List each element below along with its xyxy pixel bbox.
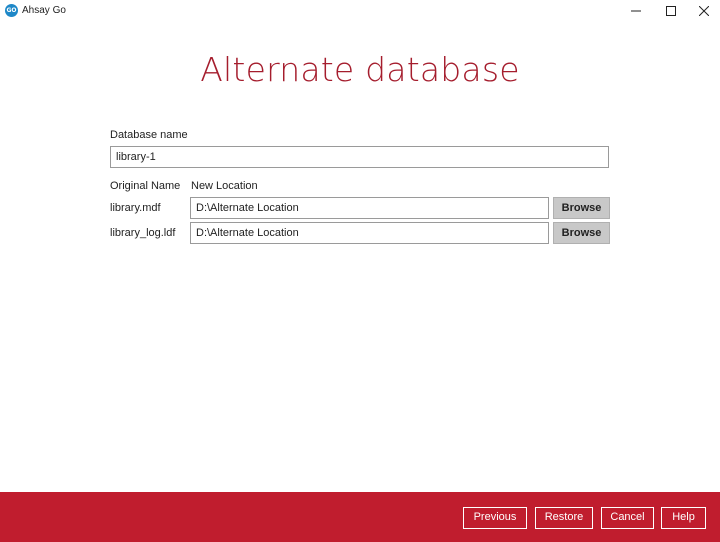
close-icon <box>699 6 709 16</box>
browse-button[interactable]: Browse <box>553 197 610 219</box>
database-name-input[interactable]: library-1 <box>110 146 609 168</box>
app-logo-icon: GO <box>5 4 18 17</box>
new-location-input[interactable]: D:\Alternate Location <box>190 197 549 219</box>
previous-button[interactable]: Previous <box>463 507 527 529</box>
new-location-input[interactable]: D:\Alternate Location <box>190 222 549 244</box>
maximize-icon <box>666 6 676 16</box>
original-name-cell: library_log.ldf <box>110 227 176 239</box>
close-button[interactable] <box>686 0 720 22</box>
help-button[interactable]: Help <box>661 507 706 529</box>
maximize-button[interactable] <box>653 0 689 22</box>
new-location-header: New Location <box>191 180 258 192</box>
footer-bar: Previous Restore Cancel Help <box>0 492 720 542</box>
minimize-button[interactable] <box>618 0 654 22</box>
title-bar: GO Ahsay Go <box>0 0 720 22</box>
cancel-button[interactable]: Cancel <box>601 507 654 529</box>
browse-button[interactable]: Browse <box>553 222 610 244</box>
restore-button[interactable]: Restore <box>535 507 593 529</box>
window-title: Ahsay Go <box>22 5 66 16</box>
page-title: Alternate database <box>200 50 520 89</box>
minimize-icon <box>631 10 641 12</box>
database-name-label: Database name <box>110 129 188 141</box>
original-name-header: Original Name <box>110 180 181 192</box>
original-name-cell: library.mdf <box>110 202 161 214</box>
